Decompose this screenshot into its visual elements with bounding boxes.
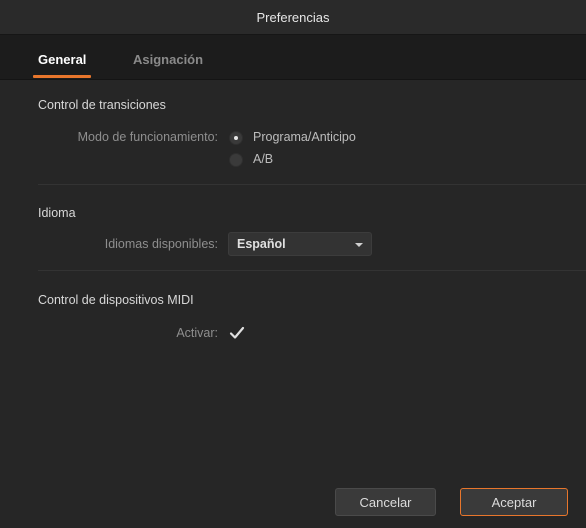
divider — [38, 184, 586, 185]
radio-ab[interactable] — [229, 153, 243, 167]
midi-enable-checkbox[interactable] — [228, 325, 246, 341]
language-select[interactable]: Español — [228, 232, 372, 256]
operation-mode-label: Modo de funcionamiento: — [77, 130, 218, 144]
section-title-transitions: Control de transiciones — [38, 98, 166, 112]
window-title: Preferencias — [256, 9, 330, 25]
tab-bar: General Asignación — [0, 35, 586, 80]
available-languages-label: Idiomas disponibles: — [104, 237, 218, 251]
tab-general[interactable]: General — [38, 52, 86, 67]
radio-program-preview-label[interactable]: Programa/Anticipo — [253, 130, 356, 144]
section-title-midi: Control de dispositivos MIDI — [38, 293, 194, 307]
radio-ab-label[interactable]: A/B — [253, 152, 273, 166]
radio-program-preview[interactable] — [229, 131, 243, 145]
section-title-language: Idioma — [38, 206, 76, 220]
chevron-down-icon — [355, 243, 363, 247]
window-titlebar: Preferencias — [0, 0, 586, 35]
tab-asignacion[interactable]: Asignación — [133, 52, 203, 67]
midi-enable-label: Activar: — [176, 326, 218, 340]
active-tab-indicator — [33, 75, 91, 78]
accept-button[interactable]: Aceptar — [460, 488, 568, 516]
cancel-button[interactable]: Cancelar — [335, 488, 436, 516]
checkmark-icon — [229, 326, 245, 339]
divider — [38, 270, 586, 271]
language-select-value: Español — [237, 237, 286, 251]
